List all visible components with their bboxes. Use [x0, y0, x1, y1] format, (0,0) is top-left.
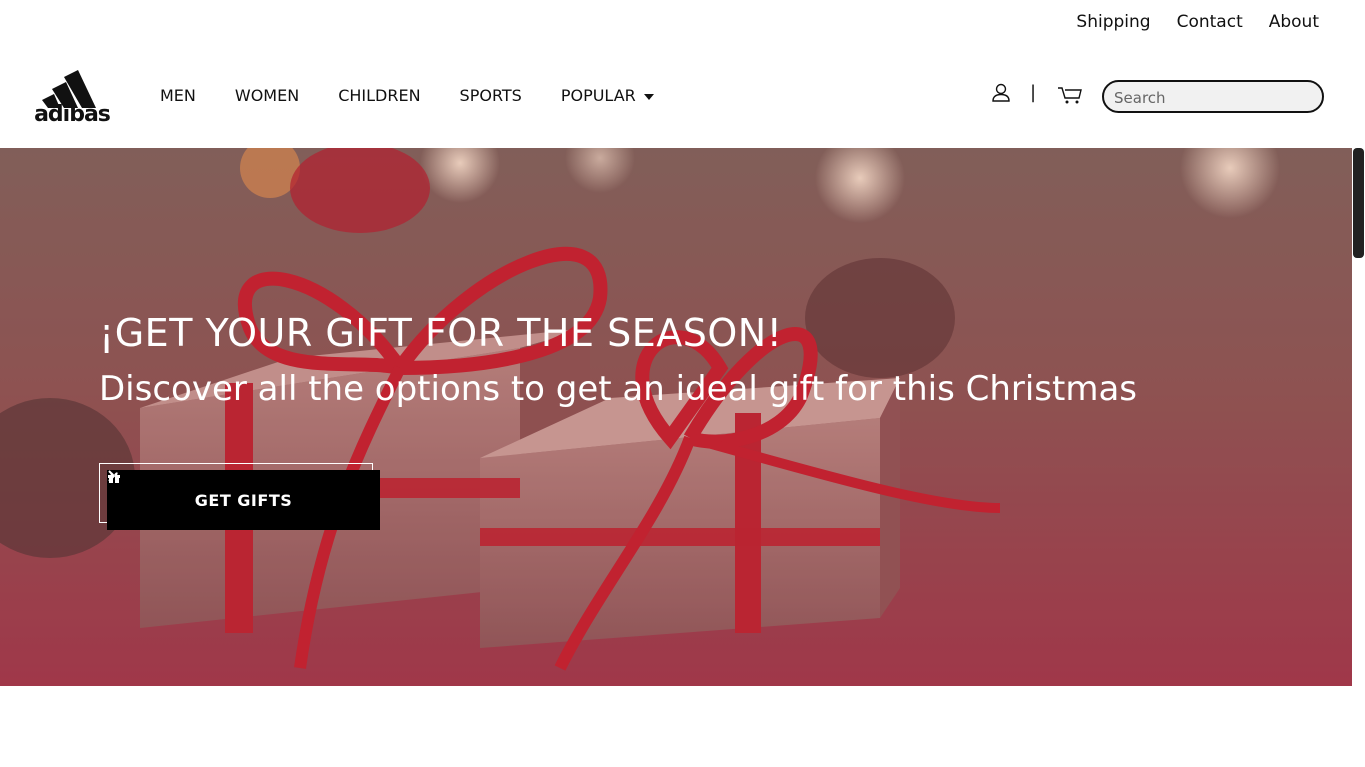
- chevron-right-icon: [108, 470, 116, 482]
- user-icon[interactable]: [990, 82, 1012, 104]
- nav-men[interactable]: MEN: [160, 86, 196, 105]
- nav-popular-label: POPULAR: [560, 86, 636, 105]
- cart-icon[interactable]: [1057, 84, 1083, 106]
- hero-title: ¡GET YOUR GIFT FOR THE SEASON!: [99, 311, 783, 355]
- page-scrollbar[interactable]: [1352, 148, 1365, 767]
- get-gifts-label: GET GIFTS: [194, 490, 293, 510]
- brand-logo[interactable]: adibas: [30, 70, 114, 126]
- shipping-link[interactable]: Shipping: [1076, 12, 1150, 32]
- nav-sports[interactable]: SPORTS: [460, 86, 522, 105]
- hero-banner: ¡GET YOUR GIFT FOR THE SEASON! Discover …: [0, 148, 1352, 686]
- caret-down-icon: [643, 93, 654, 100]
- contact-link[interactable]: Contact: [1177, 12, 1243, 32]
- about-link[interactable]: About: [1269, 12, 1319, 32]
- hero-subtitle: Discover all the options to get an ideal…: [99, 369, 1138, 409]
- main-nav: MEN WOMEN CHILDREN SPORTS POPULAR: [160, 86, 654, 105]
- nav-women[interactable]: WOMEN: [235, 86, 299, 105]
- nav-children[interactable]: CHILDREN: [338, 86, 420, 105]
- hero-background-image: [0, 148, 1352, 686]
- header-divider: |: [1030, 82, 1037, 103]
- get-gifts-button[interactable]: GET GIFTS: [107, 470, 380, 530]
- brand-name: adibas: [34, 102, 111, 127]
- search-input[interactable]: [1112, 82, 1316, 113]
- search-box: [1102, 80, 1324, 113]
- scrollbar-thumb[interactable]: [1353, 148, 1364, 258]
- nav-popular[interactable]: POPULAR: [561, 86, 654, 105]
- top-links: Shipping Contact About: [1076, 12, 1319, 32]
